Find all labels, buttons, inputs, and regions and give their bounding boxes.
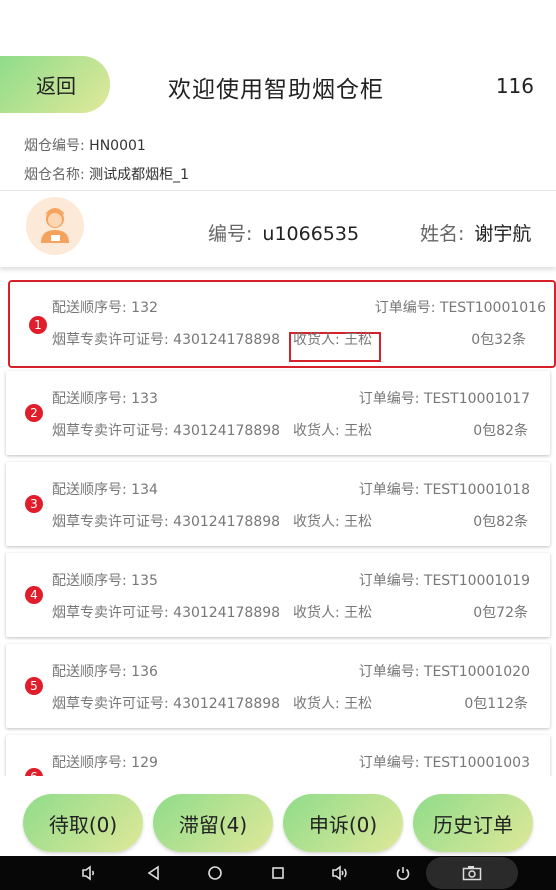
user-name: 姓名: 谢宇航 — [420, 219, 531, 246]
user-avatar-icon — [41, 208, 69, 243]
countdown-timer: 116 — [495, 74, 534, 98]
page-title: 欢迎使用智助烟仓柜 — [168, 77, 384, 103]
license-number: 烟草专卖许可证号: 430124178898 — [52, 423, 281, 439]
stuck-button[interactable]: 滞留(4) — [153, 794, 273, 852]
order-index-badge: 3 — [25, 495, 43, 513]
receiver: 收货人: 王松 — [293, 696, 373, 712]
warehouse-code-row: 烟仓编号: HN0001 — [24, 135, 146, 155]
user-id-label: 编号: — [208, 223, 253, 245]
quantity: 0包112条 — [464, 696, 528, 712]
order-index-badge: 6 — [25, 768, 43, 776]
quantity: 0包82条 — [473, 514, 528, 530]
receiver: 收货人: 王松 — [293, 514, 373, 530]
delivery-seq: 配送顺序号: 136 — [52, 664, 158, 680]
delivery-seq: 配送顺序号: 134 — [52, 482, 158, 498]
quantity: 0包72条 — [473, 605, 528, 621]
avatar — [26, 197, 84, 255]
order-card[interactable]: 4 配送顺序号: 135 订单编号: TEST10001019 烟草专卖许可证号… — [6, 553, 550, 637]
order-number: 订单编号: TEST10001020 — [358, 664, 530, 680]
order-index-badge: 5 — [25, 677, 43, 695]
order-list[interactable]: 1 配送顺序号: 132 订单编号: TEST10001016 烟草专卖许可证号… — [0, 270, 556, 776]
order-number: 订单编号: TEST10001016 — [374, 300, 546, 316]
pending-button[interactable]: 待取(0) — [23, 794, 143, 852]
delivery-seq: 配送顺序号: 129 — [52, 755, 158, 771]
recents-nav-icon[interactable] — [269, 864, 287, 882]
volume-up-icon[interactable] — [331, 864, 349, 882]
volume-down-icon[interactable] — [80, 864, 98, 882]
license-number: 烟草专卖许可证号: 430124178898 — [52, 332, 281, 348]
user-id-value: u1066535 — [262, 223, 360, 245]
user-id: 编号: u1066535 — [208, 219, 359, 246]
delivery-seq: 配送顺序号: 135 — [52, 573, 158, 589]
order-number: 订单编号: TEST10001019 — [358, 573, 530, 589]
order-number: 订单编号: TEST10001003 — [358, 755, 530, 771]
delivery-seq: 配送顺序号: 133 — [52, 391, 158, 407]
user-name-value: 谢宇航 — [474, 223, 532, 245]
receiver: 收货人: 王松 — [293, 332, 373, 348]
warehouse-name-value: 测试成都烟柜_1 — [89, 167, 190, 183]
home-nav-icon[interactable] — [206, 864, 224, 882]
license-number: 烟草专卖许可证号: 430124178898 — [52, 514, 281, 530]
order-card[interactable]: 6 配送顺序号: 129 订单编号: TEST10001003 — [6, 735, 550, 776]
receiver: 收货人: 王松 — [293, 605, 373, 621]
order-index-badge: 1 — [29, 316, 47, 334]
user-name-label: 姓名: — [420, 223, 465, 245]
bottom-action-bar: 待取(0) 滞留(4) 申诉(0) 历史订单 — [0, 776, 556, 856]
system-nav-bar — [0, 856, 556, 890]
delivery-seq: 配送顺序号: 132 — [52, 300, 158, 316]
user-info-bar: 编号: u1066535 姓名: 谢宇航 — [0, 190, 556, 267]
order-index-badge: 4 — [25, 586, 43, 604]
order-card[interactable]: 2 配送顺序号: 133 订单编号: TEST10001017 烟草专卖许可证号… — [6, 371, 550, 455]
license-number: 烟草专卖许可证号: 430124178898 — [52, 696, 281, 712]
warehouse-name-label: 烟仓名称: — [24, 167, 85, 183]
order-number: 订单编号: TEST10001018 — [358, 482, 530, 498]
back-button[interactable]: 返回 — [0, 56, 110, 113]
history-orders-button[interactable]: 历史订单 — [413, 794, 533, 852]
power-icon[interactable] — [394, 864, 412, 882]
order-card[interactable]: 5 配送顺序号: 136 订单编号: TEST10001020 烟草专卖许可证号… — [6, 644, 550, 728]
order-number: 订单编号: TEST10001017 — [358, 391, 530, 407]
order-card[interactable]: 3 配送顺序号: 134 订单编号: TEST10001018 烟草专卖许可证号… — [6, 462, 550, 546]
back-nav-icon[interactable] — [145, 864, 163, 882]
order-card[interactable]: 1 配送顺序号: 132 订单编号: TEST10001016 烟草专卖许可证号… — [8, 280, 556, 368]
quantity: 0包82条 — [473, 423, 528, 439]
screenshot-button[interactable] — [426, 857, 518, 889]
camera-icon — [462, 866, 482, 881]
warehouse-code-label: 烟仓编号: — [24, 138, 85, 154]
quantity: 0包32条 — [471, 332, 526, 348]
appeal-button[interactable]: 申诉(0) — [283, 794, 403, 852]
header: 返回 欢迎使用智助烟仓柜 116 — [0, 0, 556, 124]
warehouse-name-row: 烟仓名称: 测试成都烟柜_1 — [24, 164, 189, 184]
receiver: 收货人: 王松 — [293, 423, 373, 439]
warehouse-code-value: HN0001 — [89, 138, 146, 154]
license-number: 烟草专卖许可证号: 430124178898 — [52, 605, 281, 621]
order-index-badge: 2 — [25, 404, 43, 422]
